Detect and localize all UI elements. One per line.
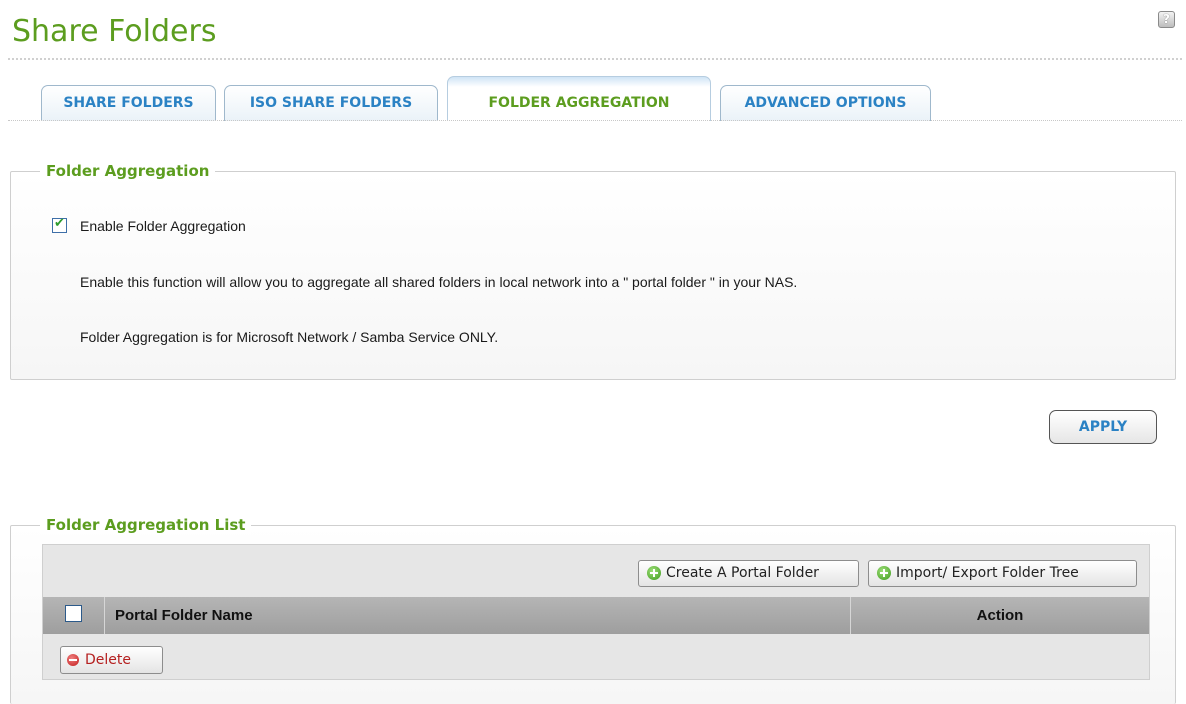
delete-label: Delete [85, 652, 131, 668]
folder-list-panel: Create A Portal Folder Import/ Export Fo… [42, 544, 1150, 680]
action-header: Action [976, 607, 1024, 624]
create-portal-folder-label: Create A Portal Folder [666, 565, 819, 581]
enable-folder-aggregation-checkbox[interactable] [52, 216, 67, 233]
tab-share-folders[interactable]: SHARE FOLDERS [41, 85, 216, 121]
folder-aggregation-legend: Folder Aggregation [40, 162, 216, 180]
delete-icon [67, 654, 79, 666]
create-portal-folder-button[interactable]: Create A Portal Folder [638, 560, 859, 587]
portal-folder-name-header[interactable]: Portal Folder Name [105, 597, 851, 634]
aggregation-note: Folder Aggregation is for Microsoft Netw… [80, 329, 499, 345]
page-title: Share Folders [12, 14, 217, 49]
tab-folder-aggregation[interactable]: FOLDER AGGREGATION [447, 76, 711, 121]
import-export-folder-tree-button[interactable]: Import/ Export Folder Tree [868, 560, 1137, 587]
select-all-cell [43, 597, 105, 634]
select-all-checkbox[interactable] [65, 605, 82, 622]
plus-circle-icon [877, 566, 891, 580]
title-divider [8, 58, 1182, 60]
help-icon[interactable]: ? [1158, 11, 1175, 28]
tab-advanced-options[interactable]: ADVANCED OPTIONS [720, 85, 931, 121]
delete-button[interactable]: Delete [60, 646, 163, 674]
aggregation-description: Enable this function will allow you to a… [80, 274, 798, 290]
tab-iso-share-folders[interactable]: ISO SHARE FOLDERS [224, 85, 438, 121]
enable-folder-aggregation-label: Enable Folder Aggregation [80, 218, 246, 234]
apply-button[interactable]: APPLY [1049, 410, 1157, 444]
table-header-row: Portal Folder Name Action [43, 597, 1149, 634]
import-export-folder-tree-label: Import/ Export Folder Tree [896, 565, 1079, 581]
tabs-divider [8, 120, 1182, 121]
plus-circle-icon [647, 566, 661, 580]
folder-aggregation-list-legend: Folder Aggregation List [40, 516, 252, 534]
